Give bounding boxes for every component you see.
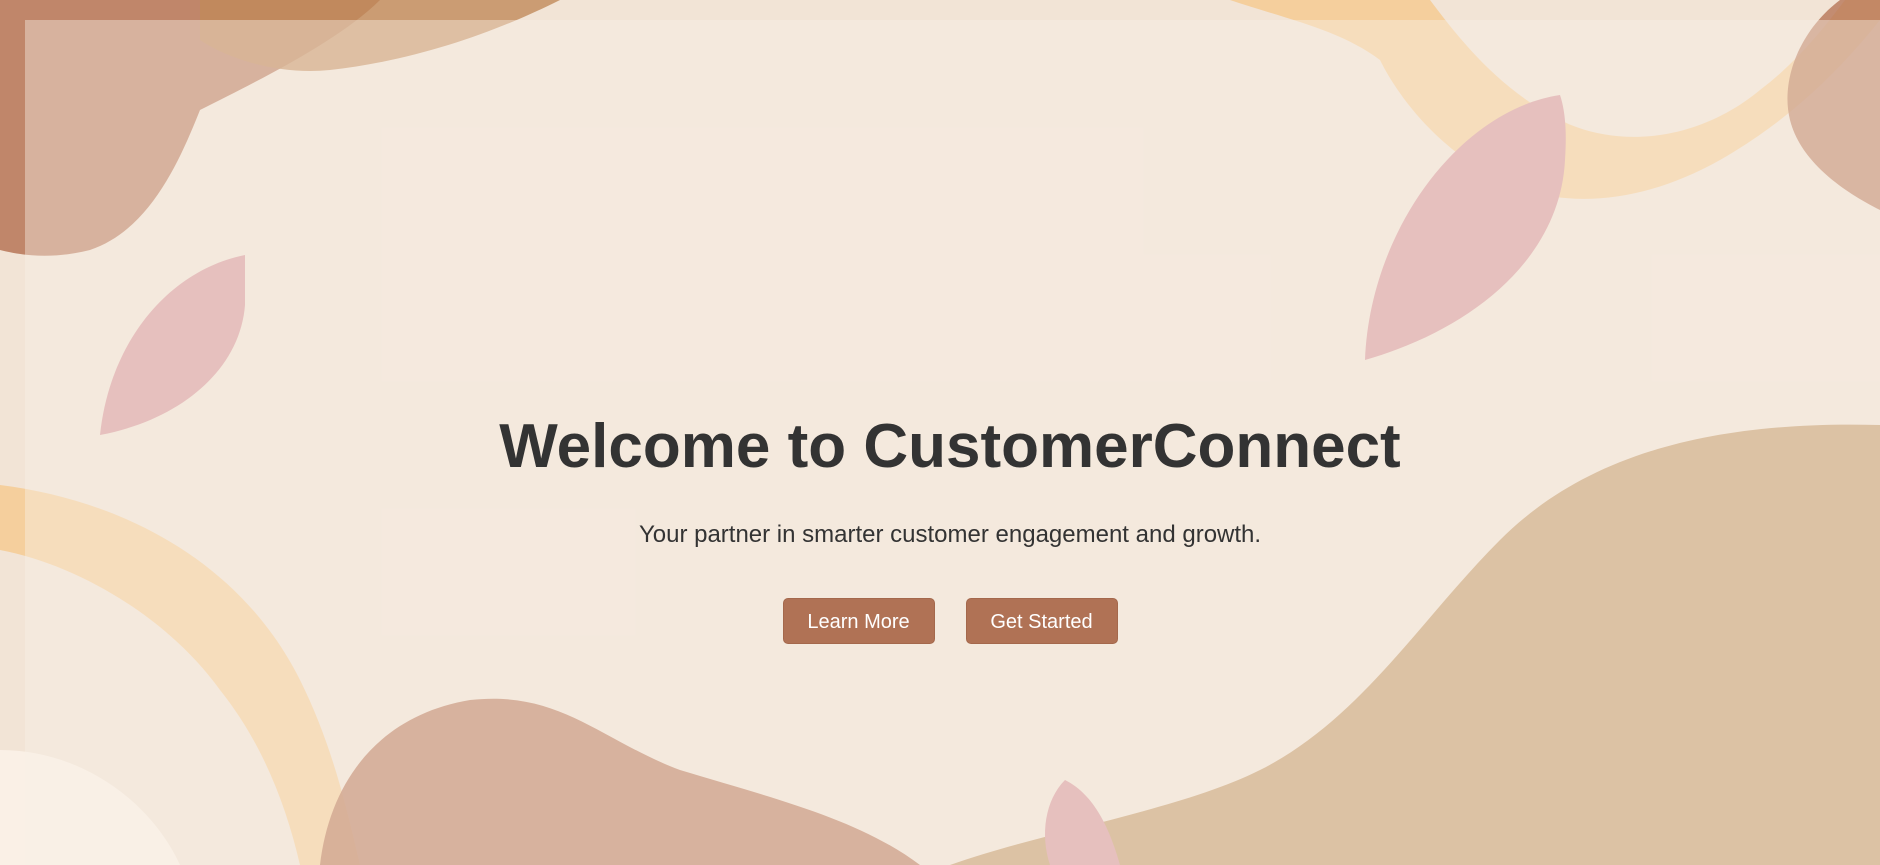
get-started-button[interactable]: Get Started <box>965 598 1118 644</box>
hero-subtitle: Your partner in smarter customer engagem… <box>638 521 1262 548</box>
hero-section: Welcome to CustomerConnect Your partner … <box>0 410 1880 644</box>
hero-title: Welcome to CustomerConnect <box>499 412 1401 481</box>
learn-more-button[interactable]: Learn More <box>782 598 935 644</box>
landing-page: Welcome to CustomerConnect Your partner … <box>0 0 1880 865</box>
hero-actions: Learn More Get Started <box>0 598 1880 644</box>
